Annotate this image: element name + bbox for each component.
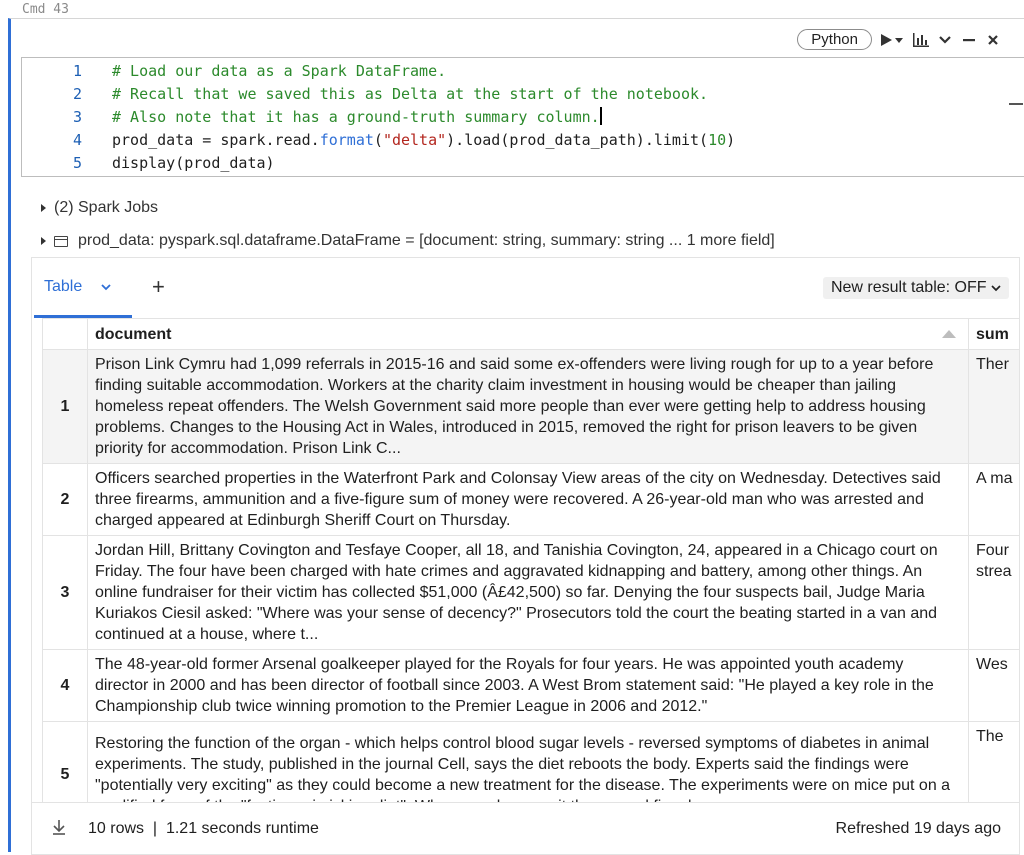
language-selector[interactable]: Python [797, 29, 872, 50]
minimize-icon[interactable] [960, 31, 978, 49]
result-table: document sum 1 Prison Link Cymru had 1,0… [42, 318, 1019, 802]
code-token: ( [373, 130, 383, 149]
summary-cell[interactable]: Ther [968, 349, 1019, 464]
summary-cell[interactable]: A ma [968, 463, 1019, 536]
table-icon [54, 235, 68, 247]
run-dropdown-icon[interactable] [878, 31, 906, 49]
table-header-row: document sum [42, 318, 1019, 350]
code-line: 4 prod_data = spark.read.format("delta")… [22, 128, 735, 151]
code-token: ).load(prod_data_path).limit( [446, 130, 709, 149]
code-line: 2 # Recall that we saved this as Delta a… [22, 82, 708, 105]
result-footer: 10 rows | 1.21 seconds runtime Refreshed… [32, 802, 1019, 855]
code-token: "delta" [382, 130, 447, 149]
code-comment: # Recall that we saved this as Delta at … [112, 84, 709, 103]
chevron-down-icon[interactable] [936, 31, 954, 49]
dataframe-schema-toggle[interactable]: prod_data: pyspark.sql.dataframe.DataFra… [41, 232, 775, 250]
code-token: ) [726, 130, 736, 149]
document-cell[interactable]: Jordan Hill, Brittany Covington and Tesf… [87, 535, 969, 650]
result-panel: Table + New result table: OFF document s… [31, 257, 1020, 855]
code-token: prod_data = spark.read. [112, 130, 320, 149]
tab-table-label: Table [44, 278, 83, 295]
refreshed-status: Refreshed 19 days ago [835, 820, 1001, 837]
code-statement: prod_data = spark.read.format("delta").l… [112, 131, 735, 149]
table-row[interactable]: 4 The 48-year-old former Arsenal goalkee… [42, 649, 1019, 722]
row-index: 3 [42, 535, 88, 650]
text-cursor [599, 107, 602, 125]
column-header-document[interactable]: document [87, 318, 969, 350]
table-row[interactable]: 3 Jordan Hill, Brittany Covington and Te… [42, 535, 1019, 650]
code-token: 10 [708, 130, 727, 149]
table-row[interactable]: 5 Restoring the function of the organ - … [42, 721, 1019, 802]
notebook-cell[interactable]: Python 1 # Load our data as a Spark Data… [8, 18, 1024, 855]
summary-cell[interactable]: The [968, 721, 1019, 802]
code-line: 5 display(prod_data) [22, 151, 275, 174]
row-index: 5 [42, 721, 88, 802]
command-label: Cmd 43 [22, 2, 69, 17]
code-comment: # Load our data as a Spark DataFrame. [112, 61, 447, 80]
spark-jobs-toggle[interactable]: (2) Spark Jobs [41, 199, 158, 217]
document-cell[interactable]: Prison Link Cymru had 1,099 referrals in… [87, 349, 969, 464]
chevron-down-icon[interactable] [100, 283, 112, 291]
code-token: display [112, 153, 176, 172]
line-number: 3 [72, 107, 82, 126]
add-tab-button[interactable]: + [152, 274, 165, 300]
column-header-label: document [95, 325, 172, 343]
table-row[interactable]: 2 Officers searched properties in the Wa… [42, 463, 1019, 536]
row-index: 1 [42, 349, 88, 464]
result-tabs: Table + New result table: OFF [32, 258, 1019, 318]
document-cell[interactable]: The 48-year-old former Arsenal goalkeepe… [87, 649, 969, 722]
row-index: 4 [42, 649, 88, 722]
line-number: 5 [72, 153, 82, 172]
code-token: (prod_data) [175, 153, 275, 172]
column-header-summary[interactable]: sum [968, 318, 1019, 350]
summary-cell[interactable]: Wes [968, 649, 1019, 722]
sort-icon[interactable] [942, 330, 956, 338]
code-editor[interactable]: 1 # Load our data as a Spark DataFrame. … [21, 57, 1024, 177]
tab-table[interactable]: Table [44, 278, 112, 296]
chevron-down-icon [991, 285, 1001, 292]
line-number: 1 [72, 61, 82, 80]
new-result-table-toggle[interactable]: New result table: OFF [822, 277, 1009, 299]
new-result-table-label: New result table: OFF [830, 279, 987, 296]
table-row[interactable]: 1 Prison Link Cymru had 1,099 referrals … [42, 349, 1019, 464]
row-count-runtime: 10 rows | 1.21 seconds runtime [88, 820, 319, 837]
document-cell[interactable]: Restoring the function of the organ - wh… [87, 721, 969, 802]
cell-toolbar: Python [797, 29, 1002, 50]
code-line: 1 # Load our data as a Spark DataFrame. [22, 59, 446, 82]
code-comment: # Also note that it has a ground-truth s… [112, 107, 602, 126]
editor-scroll-indicator[interactable] [1009, 103, 1023, 105]
row-index: 2 [42, 463, 88, 536]
code-statement: display(prod_data) [112, 154, 275, 172]
index-header [42, 318, 88, 350]
document-cell[interactable]: Officers searched properties in the Wate… [87, 463, 969, 536]
code-token: format [319, 130, 374, 149]
code-comment-text: # Also note that it has a ground-truth s… [112, 108, 600, 126]
chart-icon[interactable] [912, 31, 930, 49]
summary-cell[interactable]: Four strea [968, 535, 1019, 650]
line-number: 4 [72, 130, 82, 149]
spark-jobs-label: (2) Spark Jobs [54, 199, 159, 216]
line-number: 2 [72, 84, 82, 103]
expand-triangle-icon [41, 204, 46, 212]
code-line: 3 # Also note that it has a ground-truth… [22, 105, 602, 128]
dataframe-info: prod_data: pyspark.sql.dataframe.DataFra… [78, 232, 775, 249]
download-icon[interactable] [52, 819, 66, 840]
close-icon[interactable] [984, 31, 1002, 49]
expand-triangle-icon [41, 237, 46, 245]
